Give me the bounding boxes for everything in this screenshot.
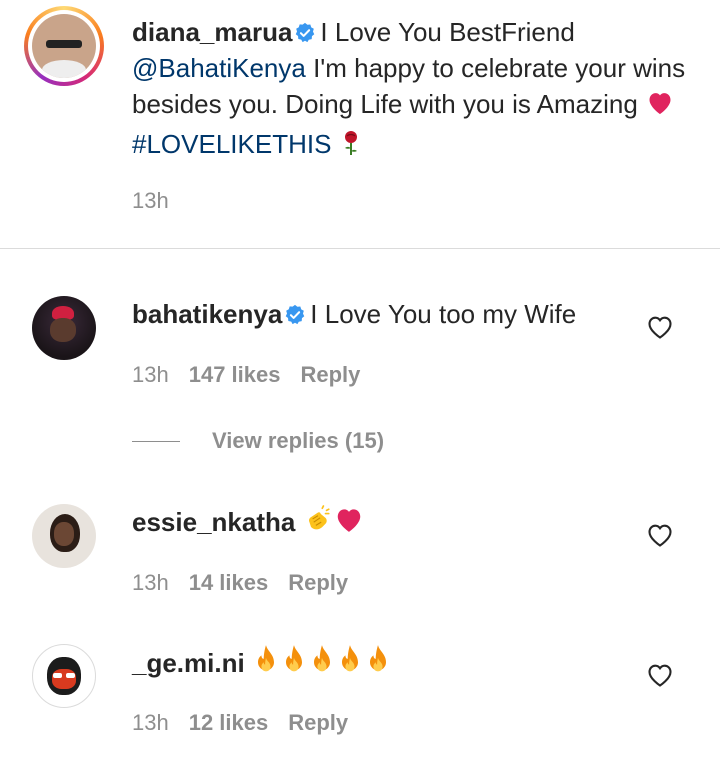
- comment-row: essie_nkatha: [132, 504, 365, 544]
- post-caption: diana_marua I Love You BestFriend @Bahati…: [132, 14, 692, 166]
- comment-avatar[interactable]: [32, 644, 96, 708]
- comment-avatar[interactable]: [32, 504, 96, 568]
- comment-time: 13h: [132, 570, 169, 595]
- fire-emoji: [336, 644, 364, 685]
- clapping-hands-emoji: [303, 505, 333, 544]
- post-text-1: I Love You BestFriend: [320, 17, 575, 47]
- caption-divider: [0, 248, 720, 249]
- comment-likes[interactable]: 14 likes: [189, 570, 269, 595]
- comment-likes[interactable]: 12 likes: [189, 710, 269, 735]
- post-username[interactable]: diana_marua: [132, 17, 292, 47]
- fire-emoji: [364, 644, 392, 685]
- comment-meta: 13h 147 likes Reply: [132, 362, 380, 388]
- fire-emoji-group: [252, 645, 392, 678]
- fire-emoji: [252, 644, 280, 685]
- comment-meta: 13h 12 likes Reply: [132, 710, 368, 736]
- red-heart-emoji: [333, 505, 365, 544]
- comment-meta: 13h 14 likes Reply: [132, 570, 368, 596]
- view-replies-line: [132, 441, 180, 442]
- comment-username[interactable]: essie_nkatha: [132, 507, 295, 537]
- verified-badge-icon: [284, 299, 306, 325]
- comment-username[interactable]: bahatikenya: [132, 299, 282, 329]
- fire-emoji: [308, 644, 336, 685]
- comment-username[interactable]: _ge.mi.ni: [132, 648, 245, 678]
- reply-button[interactable]: Reply: [300, 362, 360, 387]
- verified-badge-icon: [294, 17, 316, 43]
- like-heart-icon[interactable]: [646, 662, 674, 688]
- like-heart-icon[interactable]: [646, 314, 674, 340]
- fire-emoji: [280, 644, 308, 685]
- reply-button[interactable]: Reply: [288, 570, 348, 595]
- comment-time: 13h: [132, 362, 169, 387]
- post-timestamp: 13h: [132, 188, 169, 213]
- comment-row: bahatikenya I Love You too my Wife: [132, 296, 576, 332]
- comment-avatar[interactable]: [32, 296, 96, 360]
- post-author-avatar[interactable]: [24, 6, 104, 86]
- like-heart-icon[interactable]: [646, 522, 674, 548]
- view-replies-button[interactable]: View replies (15): [212, 428, 384, 454]
- mention-link[interactable]: @BahatiKenya: [132, 53, 306, 83]
- comment-row: _ge.mi.ni: [132, 644, 392, 685]
- comment-time: 13h: [132, 710, 169, 735]
- rose-emoji: [339, 129, 363, 166]
- comment-text: I Love You too my Wife: [310, 299, 577, 329]
- red-heart-emoji: [645, 89, 675, 126]
- comment-likes[interactable]: 147 likes: [189, 362, 281, 387]
- reply-button[interactable]: Reply: [288, 710, 348, 735]
- hashtag-link[interactable]: #LOVELIKETHIS: [132, 129, 331, 159]
